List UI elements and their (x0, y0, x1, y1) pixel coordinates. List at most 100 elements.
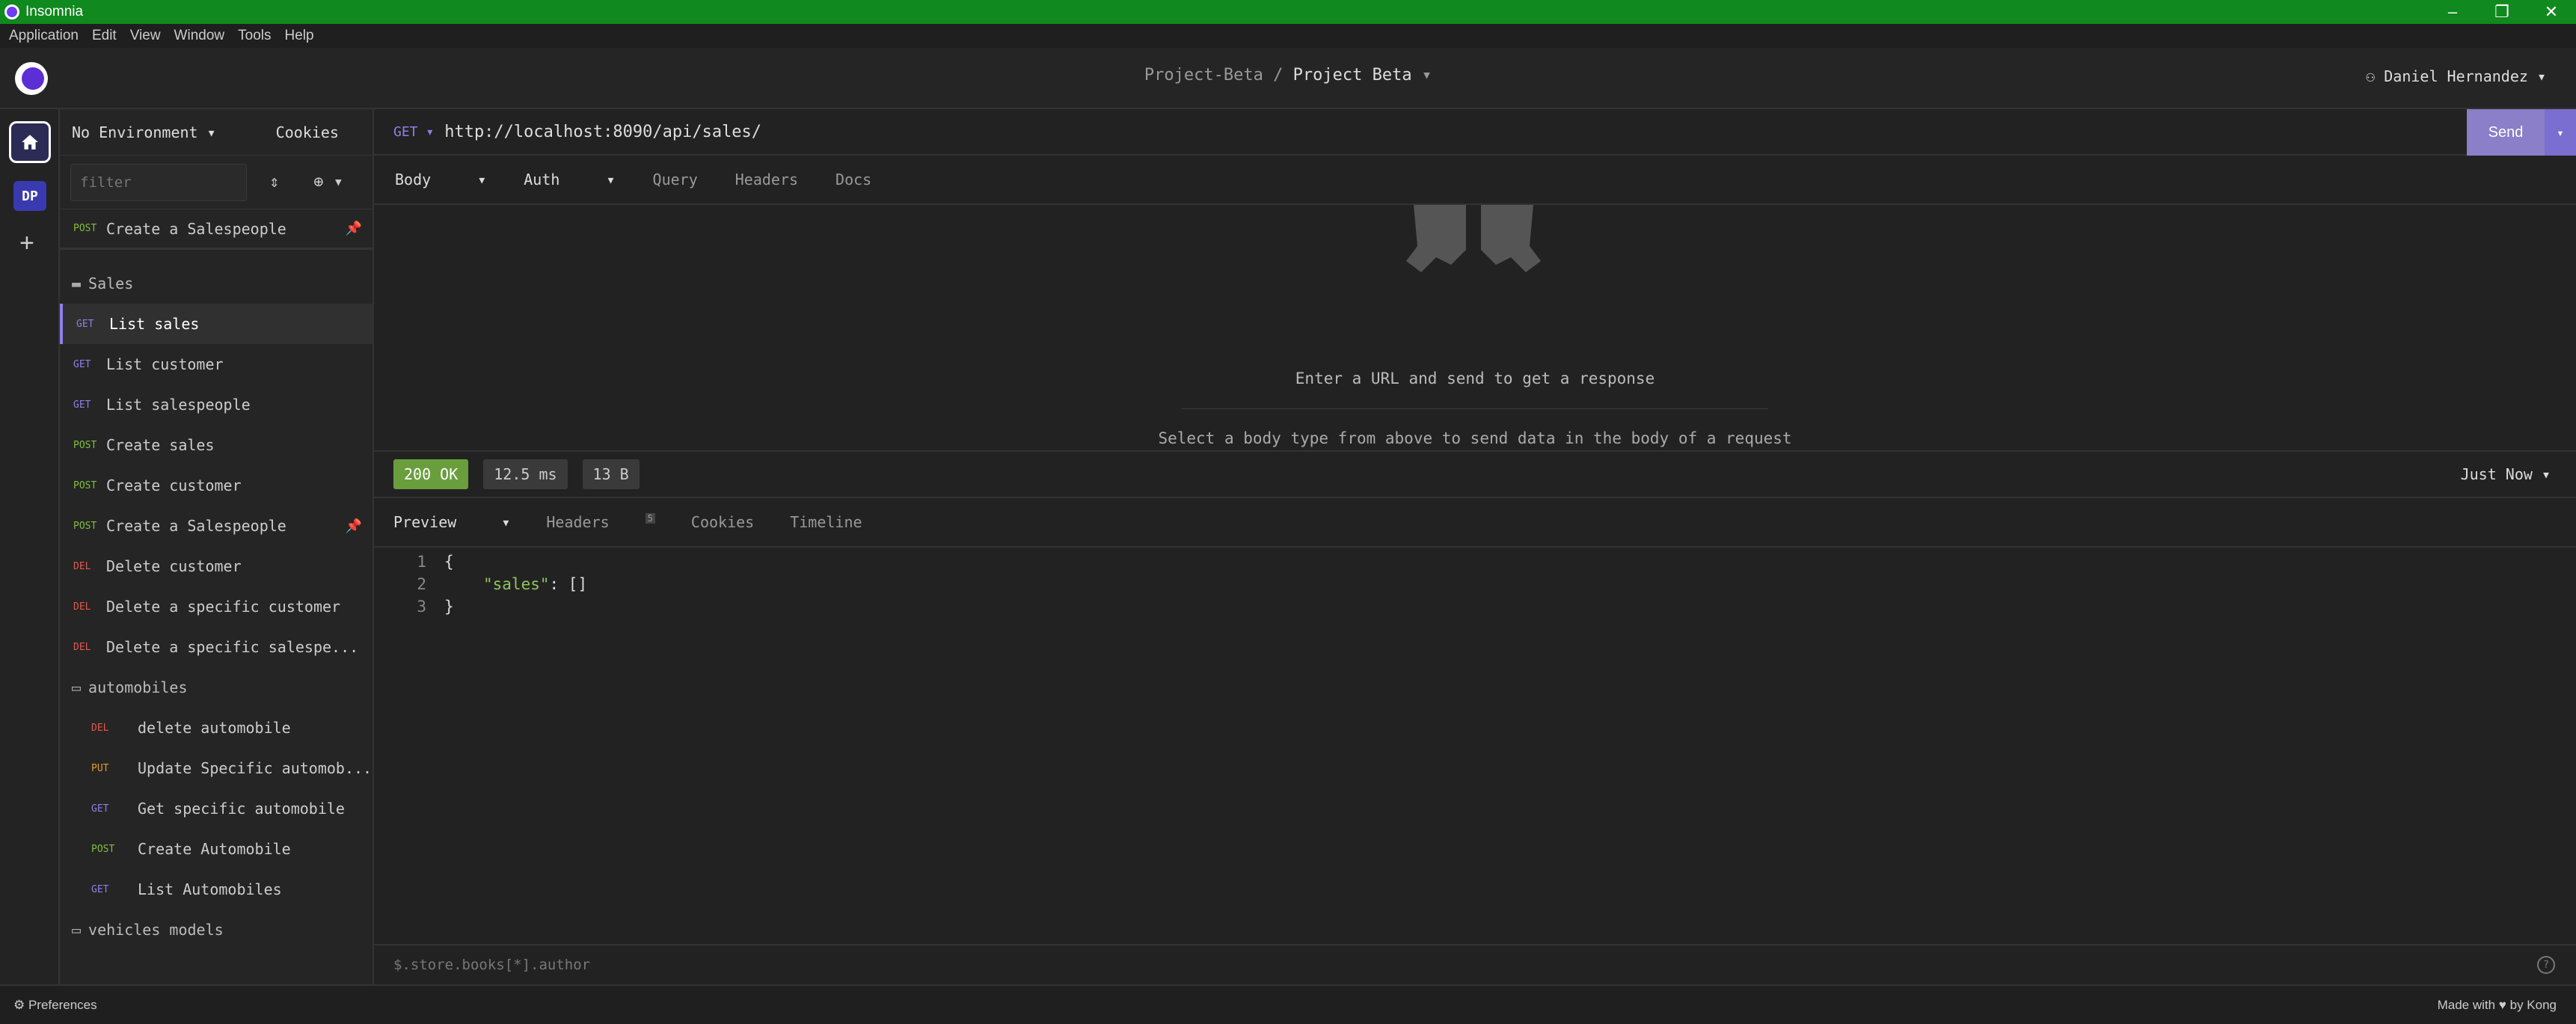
sidebar-item-delete-customer[interactable]: DEL Delete customer (60, 546, 372, 586)
method-badge: POST (73, 439, 97, 451)
code-line: } (444, 598, 454, 616)
add-workspace-icon[interactable]: + (19, 229, 34, 258)
method-badge: POST (73, 520, 97, 532)
breadcrumb-workspace[interactable]: Project Beta (1293, 66, 1412, 85)
tab-label: Body (395, 171, 432, 188)
request-label: Delete a specific salespe... (106, 638, 359, 656)
insomnia-logo-icon (4, 4, 19, 19)
folder-label: vehicles models (88, 921, 224, 939)
sidebar-filter-input[interactable] (70, 163, 247, 201)
menu-edit[interactable]: Edit (92, 28, 117, 44)
response-history-selector[interactable]: Just Now ▾ (2461, 465, 2551, 483)
response-status-bar: 200 OK 12.5 ms 13 B Just Now ▾ (374, 452, 2576, 498)
folder-vehicles-models[interactable]: ▭ vehicles models (60, 910, 372, 950)
divider (1182, 408, 1768, 409)
request-label: List Automobiles (138, 880, 282, 898)
tab-docs[interactable]: Docs (835, 171, 871, 188)
menu-help[interactable]: Help (284, 28, 313, 44)
request-label: Get specific automobile (138, 800, 345, 818)
request-label: Create a Salespeople (106, 517, 286, 535)
pin-icon[interactable]: 📌 (346, 221, 362, 236)
sidebar-item-get-automobile[interactable]: GET Get specific automobile (60, 788, 372, 829)
url-bar: GET ▾ http://localhost:8090/api/sales/ S… (374, 109, 2576, 156)
response-filter-bar[interactable]: $.store.books[*].author ? (374, 944, 2576, 984)
tab-auth[interactable]: Auth ▾ (524, 171, 615, 188)
add-request-icon[interactable]: ⊕ ▾ (313, 173, 343, 191)
tab-headers[interactable]: Headers (735, 171, 798, 188)
method-badge: POST (73, 479, 97, 491)
cookies-button[interactable]: Cookies (276, 123, 339, 141)
pin-icon[interactable]: 📌 (346, 518, 362, 534)
tab-timeline[interactable]: Timeline (790, 513, 862, 531)
sort-icon[interactable]: ⇕ (269, 173, 279, 191)
method-badge: GET (73, 399, 91, 411)
sidebar-item-list-customer[interactable]: GET List customer (60, 344, 372, 384)
sidebar-item-create-sales[interactable]: POST Create sales (60, 425, 372, 465)
send-button[interactable]: Send (2467, 109, 2545, 156)
response-size-badge: 13 B (582, 459, 640, 489)
url-input[interactable]: http://localhost:8090/api/sales/ (444, 123, 761, 141)
method-badge: DEL (73, 641, 91, 653)
status-badge: 200 OK (393, 459, 469, 489)
request-label: Delete customer (106, 557, 242, 575)
tab-preview[interactable]: Preview ▾ (393, 513, 510, 531)
pinned-request[interactable]: POST Create a Salespeople 📌 (60, 209, 372, 250)
sidebar-item-delete-specific-salesperson[interactable]: DEL Delete a specific salespe... (60, 627, 372, 667)
method-label: GET (393, 123, 418, 140)
response-filter-input[interactable]: $.store.books[*].author (393, 957, 590, 973)
method-badge: GET (91, 883, 109, 895)
workspace-badge[interactable]: DP (13, 181, 46, 211)
folder-automobiles[interactable]: ▭ automobiles (60, 667, 372, 708)
tab-label: Headers (546, 513, 610, 531)
folder-sales[interactable]: ▬ Sales (60, 263, 372, 304)
request-tabs: Body ▾ Auth ▾ Query Headers Docs (374, 156, 2576, 205)
menu-application[interactable]: Application (9, 28, 79, 44)
response-time-badge: 12.5 ms (483, 459, 568, 489)
line-number: 1 (417, 553, 426, 571)
sidebar-item-list-automobiles[interactable]: GET List Automobiles (60, 869, 372, 910)
request-label: delete automobile (138, 719, 291, 737)
tab-body[interactable]: Body ▾ (395, 171, 486, 188)
chevron-down-icon[interactable]: ▾ (1422, 66, 1432, 85)
tab-cookies[interactable]: Cookies (691, 513, 754, 531)
preferences-button[interactable]: ⚙ Preferences (13, 998, 97, 1013)
sidebar-item-list-sales[interactable]: GET List sales (60, 304, 372, 344)
headers-count-badge: 5 (645, 513, 655, 524)
request-label: List sales (109, 315, 200, 333)
sidebar-item-update-automobile[interactable]: PUT Update Specific automob... (60, 748, 372, 788)
menu-tools[interactable]: Tools (238, 28, 271, 44)
folder-label: Sales (88, 275, 134, 292)
user-icon: ⚇ (2366, 67, 2376, 85)
method-badge: GET (76, 318, 94, 330)
sidebar-item-create-customer[interactable]: POST Create customer (60, 465, 372, 506)
method-selector[interactable]: GET ▾ (393, 124, 434, 140)
request-label: Create sales (106, 436, 215, 454)
menu-view[interactable]: View (130, 28, 161, 44)
sidebar-item-create-salespeople[interactable]: POST Create a Salespeople 📌 (60, 506, 372, 546)
sidebar-item-delete-specific-customer[interactable]: DEL Delete a specific customer (60, 586, 372, 627)
method-badge: DEL (73, 560, 91, 572)
home-button[interactable] (9, 121, 51, 163)
made-with-kong[interactable]: Made with ♥ by Kong (2438, 998, 2557, 1013)
user-menu[interactable]: ⚇ Daniel Hernandez ▾ (2366, 67, 2546, 85)
home-icon (22, 135, 38, 150)
method-badge: POST (91, 843, 115, 855)
send-options-icon[interactable]: ▾ (2545, 109, 2576, 156)
environment-selector[interactable]: No Environment ▾ (72, 123, 216, 141)
sidebar-item-delete-automobile[interactable]: DEL delete automobile (60, 708, 372, 748)
close-button[interactable]: ✕ (2527, 0, 2576, 24)
breadcrumb-project[interactable]: Project-Beta (1144, 66, 1263, 85)
tab-query[interactable]: Query (653, 171, 698, 188)
code-line: "sales": [] (483, 573, 587, 595)
method-badge: DEL (73, 601, 91, 613)
tab-response-headers[interactable]: Headers 5 (546, 513, 655, 531)
response-time-label: Just Now (2460, 465, 2533, 483)
minimize-button[interactable]: – (2428, 0, 2477, 24)
folder-icon: ▬ (72, 275, 82, 292)
sidebar-item-list-salespeople[interactable]: GET List salespeople (60, 384, 372, 425)
sidebar-item-create-automobile[interactable]: POST Create Automobile (60, 829, 372, 869)
status-footer: ⚙ Preferences Made with ♥ by Kong (0, 984, 2576, 1024)
menu-window[interactable]: Window (174, 28, 225, 44)
restore-button[interactable]: ❐ (2477, 0, 2527, 24)
help-icon[interactable]: ? (2537, 956, 2555, 974)
